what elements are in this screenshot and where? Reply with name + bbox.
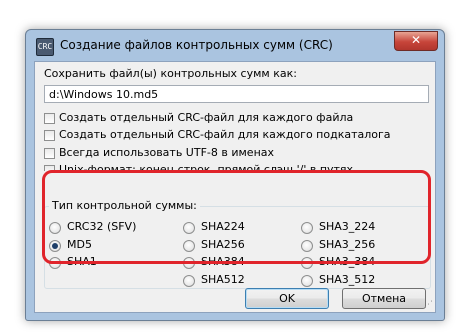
resize-grip-icon[interactable]: ⋰ [424, 301, 433, 310]
checkbox-separate-per-file[interactable] [44, 113, 55, 124]
save-as-label: Сохранить файл(ы) контрольных сумм как: [44, 67, 297, 80]
close-button[interactable]: ✕ [394, 31, 438, 51]
radio-sha512[interactable] [183, 275, 195, 287]
checkbox-separate-per-file-label: Создать отдельный CRC-файл для каждого ф… [59, 111, 354, 124]
hash-file-icon: CRC [36, 38, 54, 56]
cancel-button[interactable]: Отмена [342, 288, 426, 309]
checkbox-separate-per-subdir-label: Создать отдельный CRC-файл для каждого п… [59, 128, 391, 141]
radio-sha3-512-label: SHA3_512 [319, 273, 376, 286]
radio-sha3-512[interactable] [301, 275, 313, 287]
ok-button[interactable]: OK [245, 288, 329, 309]
radio-sha512-label: SHA512 [201, 273, 245, 286]
checkbox-utf8-names-label: Всегда использовать UTF-8 в именах [59, 146, 275, 159]
checkbox-separate-per-subdir[interactable] [44, 130, 55, 141]
checkbox-utf8-names[interactable] [44, 148, 55, 159]
window-title: Создание файлов контрольных сумм (CRC) [60, 38, 333, 52]
title-bar[interactable]: CRC Создание файлов контрольных сумм (CR… [26, 30, 444, 61]
save-path-input[interactable]: d:\Windows 10.md5 [44, 85, 429, 103]
highlight-frame [42, 170, 431, 264]
